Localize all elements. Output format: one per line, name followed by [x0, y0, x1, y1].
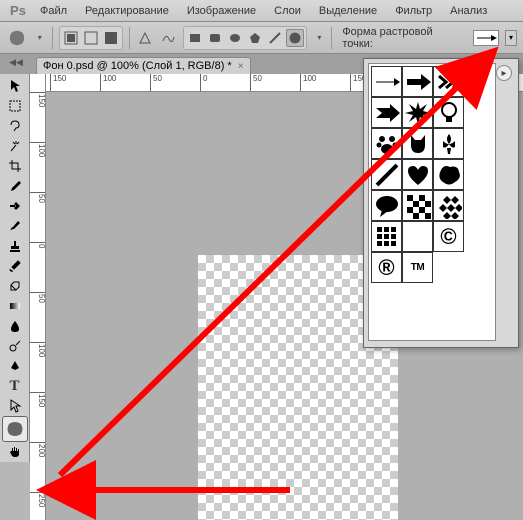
ruler-tick: 0: [200, 74, 207, 92]
separator: [331, 27, 332, 49]
shape-arrow-bold[interactable]: [402, 66, 433, 97]
ellipse-shape-button[interactable]: [226, 29, 244, 47]
shape-picker-dropdown[interactable]: ▾: [505, 30, 517, 46]
document-title: Фон 0.psd @ 100% (Слой 1, RGB/8) *: [43, 60, 232, 72]
roundrect-shape-button[interactable]: [206, 29, 224, 47]
layer-mode-group: [59, 26, 123, 50]
menu-edit[interactable]: Редактирование: [77, 3, 177, 19]
ruler-tick: 50: [250, 74, 262, 92]
shape-grid[interactable]: [371, 221, 402, 252]
gradient-tool[interactable]: [3, 296, 27, 316]
shape-speech[interactable]: [371, 190, 402, 221]
custom-shape-button[interactable]: [286, 29, 304, 47]
freeform-option-icon[interactable]: [160, 29, 178, 47]
rect-shape-button[interactable]: [186, 29, 204, 47]
shape-arrow-thin[interactable]: [371, 66, 402, 97]
stamp-tool[interactable]: [3, 236, 27, 256]
line-shape-button[interactable]: [266, 29, 284, 47]
marquee-tool[interactable]: [3, 96, 27, 116]
shape-preview[interactable]: [473, 30, 499, 46]
ruler-tick: 200: [30, 442, 46, 457]
blur-tool[interactable]: [3, 316, 27, 336]
shape-checker[interactable]: [402, 190, 433, 221]
shape-bulb[interactable]: [433, 97, 464, 128]
tool-preset-icon[interactable]: [6, 27, 28, 49]
hand-tool[interactable]: [3, 442, 27, 462]
panel-collapse-icon[interactable]: ◀◀: [2, 57, 30, 71]
eyedropper-tool[interactable]: [3, 176, 27, 196]
pen-option-icon[interactable]: [136, 29, 154, 47]
shape-arrow-ribbon[interactable]: [371, 97, 402, 128]
eraser-tool[interactable]: [3, 276, 27, 296]
shape-blob[interactable]: [433, 159, 464, 190]
shape-registered[interactable]: ®: [371, 252, 402, 283]
options-bar: ▾ ▾ Форма растровой точки: ▾: [0, 22, 523, 54]
healing-tool[interactable]: [3, 196, 27, 216]
toolbox: T: [0, 74, 30, 462]
history-brush-tool[interactable]: [3, 256, 27, 276]
crop-tool[interactable]: [3, 156, 27, 176]
close-icon[interactable]: ×: [238, 61, 244, 72]
path-select-tool[interactable]: [3, 396, 27, 416]
shape-type-group: [183, 26, 307, 50]
separator: [129, 27, 130, 49]
document-tab[interactable]: Фон 0.psd @ 100% (Слой 1, RGB/8) * ×: [36, 57, 251, 74]
ruler-tick: 100: [30, 342, 46, 357]
polygon-shape-button[interactable]: [246, 29, 264, 47]
pen-tool[interactable]: [3, 356, 27, 376]
dodge-tool[interactable]: [3, 336, 27, 356]
wand-tool[interactable]: [3, 136, 27, 156]
ruler-tick: 0: [30, 242, 46, 248]
lasso-tool[interactable]: [3, 116, 27, 136]
menu-file[interactable]: Файл: [32, 3, 75, 19]
ruler-tick: 50: [30, 292, 46, 303]
shape-grid: © ® TM: [368, 63, 496, 341]
shape-copyright[interactable]: ©: [433, 221, 464, 252]
shape-starburst[interactable]: [402, 97, 433, 128]
ruler-tick: 100: [300, 74, 316, 92]
shape-picker-panel: ▸ © ® TM: [363, 58, 519, 348]
brush-tool[interactable]: [3, 216, 27, 236]
ruler-tick: 100: [100, 74, 116, 92]
move-tool[interactable]: [3, 76, 27, 96]
menu-filter[interactable]: Фильтр: [387, 3, 440, 19]
shape-layer-button[interactable]: [62, 29, 80, 47]
menu-image[interactable]: Изображение: [179, 3, 264, 19]
vertical-ruler: 150 100 50 0 50 100 150 200 250: [30, 74, 46, 520]
shape-paw[interactable]: [371, 128, 402, 159]
shape-arrow-chevrons[interactable]: [433, 66, 464, 97]
shape-heart[interactable]: [402, 159, 433, 190]
separator: [52, 27, 53, 49]
shape-fleur[interactable]: [433, 128, 464, 159]
fill-pixels-button[interactable]: [102, 29, 120, 47]
ruler-tick: 150: [50, 74, 66, 92]
menu-layers[interactable]: Слои: [266, 3, 309, 19]
shape-diagonal[interactable]: [371, 159, 402, 190]
shape-diamond-pattern[interactable]: [433, 190, 464, 221]
type-tool[interactable]: T: [3, 376, 27, 396]
ruler-tick: 50: [30, 192, 46, 203]
path-button[interactable]: [82, 29, 100, 47]
ruler-tick: 250: [30, 492, 46, 507]
shape-options-dropdown[interactable]: ▾: [313, 33, 325, 42]
menubar: Ps Файл Редактирование Изображение Слои …: [0, 0, 523, 22]
shape-label: Форма растровой точки:: [342, 26, 465, 50]
custom-shape-tool[interactable]: [2, 416, 28, 442]
picker-menu-icon[interactable]: ▸: [496, 65, 512, 81]
shape-blank[interactable]: [402, 221, 433, 252]
ruler-tick: 150: [30, 92, 46, 107]
menu-analyze[interactable]: Анализ: [442, 3, 495, 19]
ruler-tick: 50: [150, 74, 162, 92]
tool-preset-dropdown[interactable]: ▾: [34, 33, 46, 42]
app-logo: Ps: [6, 2, 30, 20]
shape-trademark[interactable]: TM: [402, 252, 433, 283]
ruler-tick: 150: [30, 392, 46, 407]
menu-select[interactable]: Выделение: [311, 3, 385, 19]
shape-cat[interactable]: [402, 128, 433, 159]
ruler-tick: 100: [30, 142, 46, 157]
